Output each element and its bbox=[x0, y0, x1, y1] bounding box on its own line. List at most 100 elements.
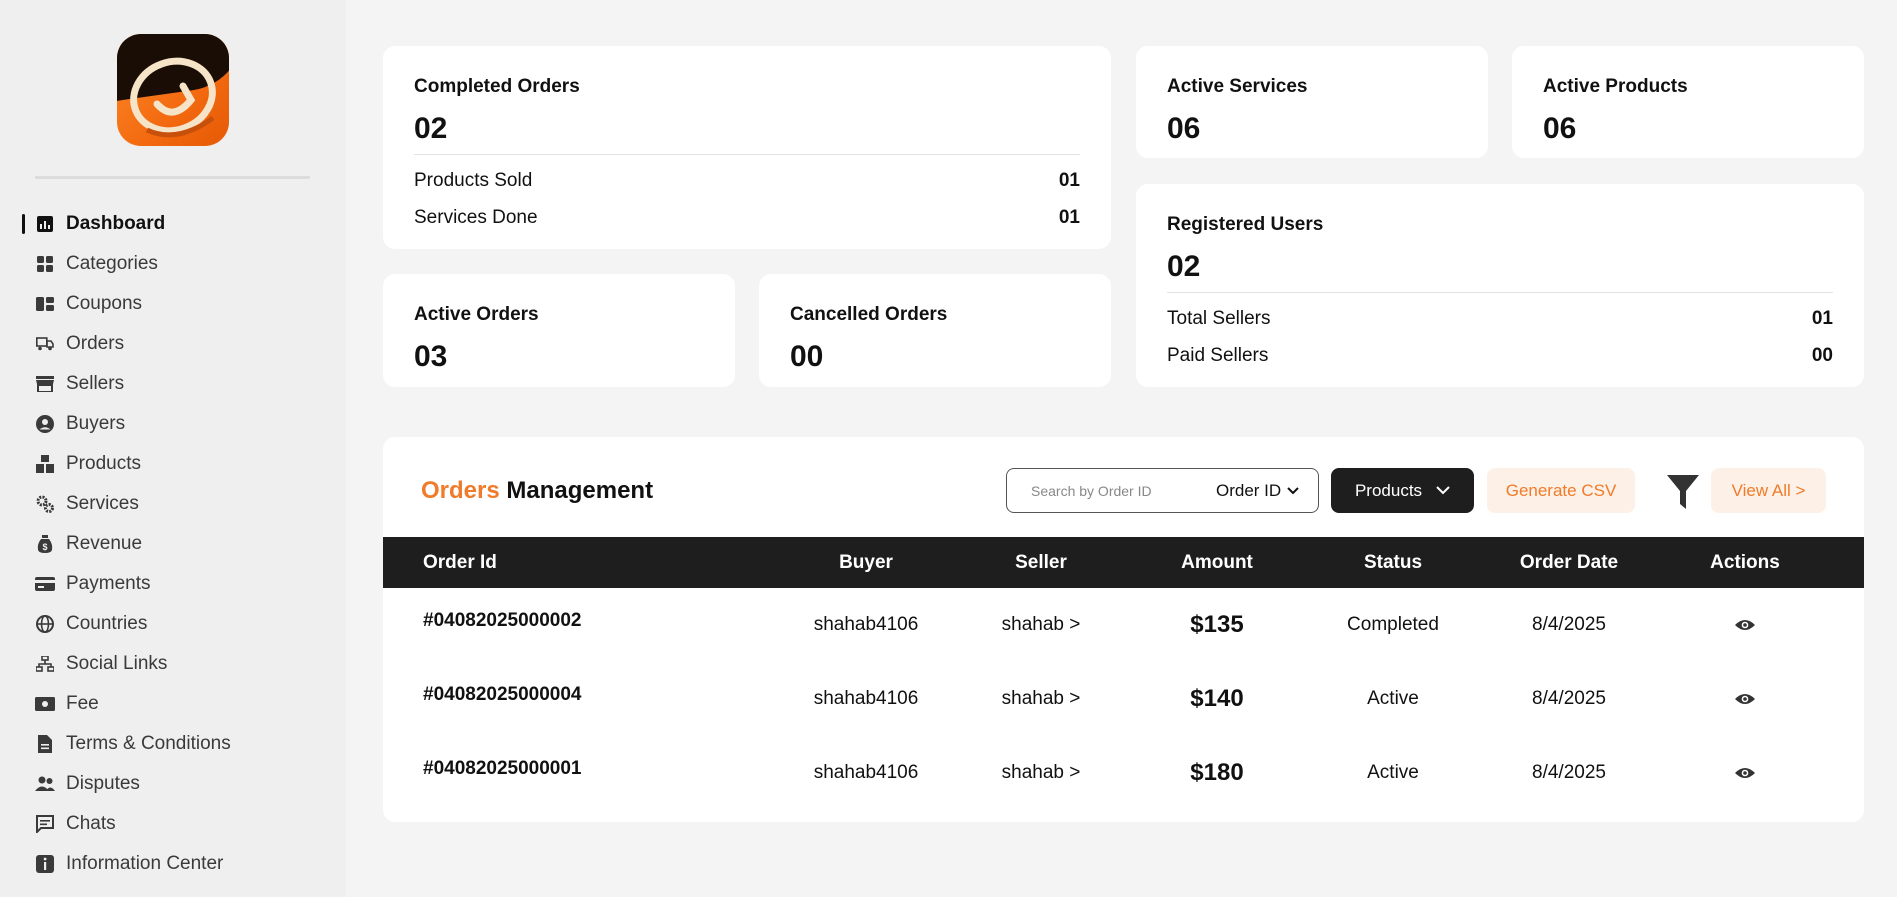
generate-csv-button[interactable]: Generate CSV bbox=[1487, 468, 1635, 513]
card-title: Active Services bbox=[1167, 76, 1308, 97]
sidebar-item-dashboard[interactable]: Dashboard bbox=[0, 204, 346, 244]
seller-link[interactable]: shahab > bbox=[1002, 736, 1081, 810]
products-filter-label: Products bbox=[1354, 480, 1423, 500]
globe-icon bbox=[35, 614, 55, 634]
sidebar: Dashboard Categories Coupons Orders Sell… bbox=[0, 0, 346, 897]
buyer: shahab4106 bbox=[813, 688, 919, 709]
sidebar-item-services[interactable]: Services bbox=[0, 484, 346, 524]
search-box: Order ID bbox=[1006, 468, 1319, 513]
row-value: 01 bbox=[1811, 308, 1833, 329]
card-title: Registered Users bbox=[1167, 214, 1324, 235]
truck-icon bbox=[35, 334, 55, 354]
card-divider bbox=[1167, 292, 1833, 293]
svg-text:$: $ bbox=[42, 542, 47, 552]
sidebar-item-terms[interactable]: Terms & Conditions bbox=[0, 724, 346, 764]
active-orders-card: Active Orders 03 bbox=[383, 274, 735, 387]
sidebar-item-information-center[interactable]: Information Center bbox=[0, 844, 346, 884]
sidebar-item-fee[interactable]: Fee bbox=[0, 684, 346, 724]
order-id: #04082025000001 bbox=[423, 758, 582, 779]
products-filter-dropdown[interactable]: Products bbox=[1331, 468, 1474, 513]
dashboard-icon bbox=[35, 214, 55, 234]
categories-icon bbox=[35, 254, 55, 274]
order-id: #04082025000002 bbox=[423, 610, 582, 631]
amount: $140 bbox=[1190, 685, 1244, 712]
status: Active bbox=[1367, 688, 1419, 709]
search-input[interactable] bbox=[1031, 482, 1206, 499]
row-value: 00 bbox=[1811, 345, 1833, 366]
chevron-down-icon bbox=[1287, 486, 1299, 494]
column-header: Seller bbox=[1015, 552, 1067, 573]
table-row[interactable]: #04082025000002 shahab4106 shahab > $135… bbox=[383, 588, 1864, 662]
buyer: shahab4106 bbox=[813, 614, 919, 635]
table-row[interactable]: #04082025000004 shahab4106 shahab > $140… bbox=[383, 662, 1864, 736]
sidebar-item-payments[interactable]: Payments bbox=[0, 564, 346, 604]
amount: $180 bbox=[1190, 759, 1244, 786]
sidebar-item-label: Social Links bbox=[66, 653, 168, 674]
panel-title: Orders Management bbox=[421, 477, 653, 505]
card-title: Cancelled Orders bbox=[790, 304, 948, 325]
boxes-icon bbox=[35, 454, 55, 474]
card-value: 06 bbox=[1543, 112, 1577, 145]
column-header: Status bbox=[1363, 552, 1423, 573]
column-header: Actions bbox=[1710, 552, 1780, 573]
card-divider bbox=[414, 154, 1080, 155]
sidebar-item-label: Orders bbox=[66, 333, 125, 354]
order-id: #04082025000004 bbox=[423, 684, 582, 705]
sidebar-item-label: Sellers bbox=[66, 373, 125, 394]
paid-sellers-row: Paid Sellers 00 bbox=[1167, 345, 1833, 367]
sidebar-item-social-links[interactable]: Social Links bbox=[0, 644, 346, 684]
gears-icon bbox=[35, 494, 55, 514]
sidebar-item-products[interactable]: Products bbox=[0, 444, 346, 484]
row-label: Total Sellers bbox=[1167, 308, 1271, 329]
sidebar-item-disputes[interactable]: Disputes bbox=[0, 764, 346, 804]
orders-management-panel: Orders Management Order ID Products Gene… bbox=[383, 437, 1864, 822]
brand-logo[interactable] bbox=[117, 34, 229, 146]
sidebar-item-label: Countries bbox=[66, 613, 148, 634]
seller-link[interactable]: shahab > bbox=[1002, 662, 1081, 736]
view-all-button[interactable]: View All > bbox=[1711, 468, 1826, 513]
search-by-select[interactable]: Order ID bbox=[1216, 481, 1299, 501]
sidebar-item-coupons[interactable]: Coupons bbox=[0, 284, 346, 324]
chat-icon bbox=[35, 814, 55, 834]
sidebar-item-label: Products bbox=[66, 453, 141, 474]
sidebar-item-buyers[interactable]: Buyers bbox=[0, 404, 346, 444]
sidebar-item-chats[interactable]: Chats bbox=[0, 804, 346, 844]
completed-orders-card: Completed Orders 02 Products Sold 01 Ser… bbox=[383, 46, 1111, 249]
eye-icon[interactable] bbox=[1735, 764, 1755, 782]
sidebar-item-label: Payments bbox=[66, 573, 151, 594]
sidebar-item-countries[interactable]: Countries bbox=[0, 604, 346, 644]
sidebar-item-orders[interactable]: Orders bbox=[0, 324, 346, 364]
row-value: 01 bbox=[1058, 170, 1080, 191]
amount: $135 bbox=[1190, 611, 1244, 638]
products-sold-row: Products Sold 01 bbox=[414, 170, 1080, 192]
sidebar-item-label: Disputes bbox=[66, 773, 140, 794]
table-row[interactable]: #04082025000001 shahab4106 shahab > $180… bbox=[383, 736, 1864, 810]
card-title: Completed Orders bbox=[414, 76, 580, 97]
status: Active bbox=[1367, 762, 1419, 783]
sidebar-item-label: Information Center bbox=[66, 853, 224, 874]
eye-icon[interactable] bbox=[1735, 616, 1755, 634]
active-services-card: Active Services 06 bbox=[1136, 46, 1488, 158]
active-products-card: Active Products 06 bbox=[1512, 46, 1864, 158]
sidebar-item-revenue[interactable]: $ Revenue bbox=[0, 524, 346, 564]
seller-link[interactable]: shahab > bbox=[1002, 588, 1081, 662]
sidebar-item-label: Categories bbox=[66, 253, 158, 274]
card-value: 02 bbox=[414, 112, 448, 145]
chevron-down-icon bbox=[1436, 486, 1450, 495]
sidebar-item-categories[interactable]: Categories bbox=[0, 244, 346, 284]
column-header: Amount bbox=[1181, 552, 1253, 573]
order-date: 8/4/2025 bbox=[1532, 614, 1606, 635]
panel-title-rest: Management bbox=[499, 477, 654, 504]
sidebar-item-sellers[interactable]: Sellers bbox=[0, 364, 346, 404]
filter-icon[interactable] bbox=[1667, 475, 1699, 509]
users-icon bbox=[35, 774, 55, 794]
status: Completed bbox=[1347, 614, 1439, 635]
sidebar-item-label: Dashboard bbox=[66, 213, 166, 234]
eye-icon[interactable] bbox=[1735, 690, 1755, 708]
sidebar-nav: Dashboard Categories Coupons Orders Sell… bbox=[0, 204, 346, 884]
card-title: Active Products bbox=[1543, 76, 1688, 97]
coupon-icon bbox=[35, 294, 55, 314]
panel-title-accent: Orders bbox=[421, 477, 500, 504]
row-label: Paid Sellers bbox=[1167, 345, 1269, 366]
sidebar-item-label: Coupons bbox=[66, 293, 143, 314]
